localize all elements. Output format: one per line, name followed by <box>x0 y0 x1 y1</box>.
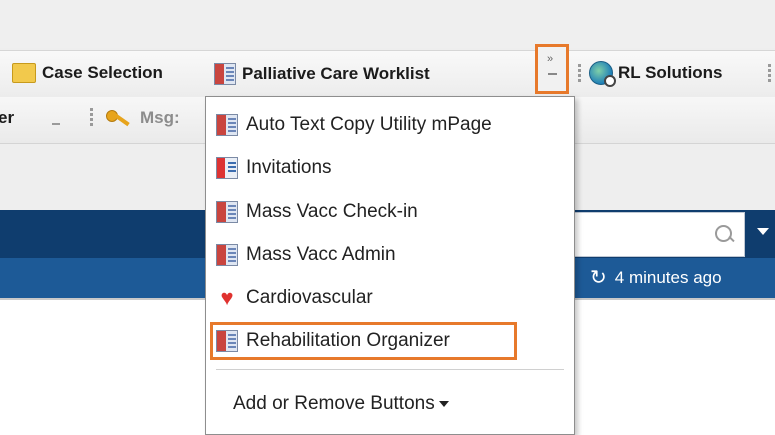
globe-search-icon <box>589 61 616 87</box>
menu-item-label: Auto Text Copy Utility mPage <box>246 114 492 135</box>
mpage-icon <box>216 244 238 266</box>
chevron-down-icon[interactable] <box>757 228 769 235</box>
menu-item-cardiovascular[interactable]: ♥ Cardiovascular <box>216 278 373 318</box>
mpage-icon <box>216 114 238 136</box>
search-icon[interactable] <box>715 225 732 242</box>
rl-solutions-label: RL Solutions <box>618 63 723 82</box>
menu-item-label: Mass Vacc Check-in <box>246 201 418 222</box>
toolbar-partial-button[interactable]: er <box>0 108 14 128</box>
caret-down-icon <box>438 401 449 407</box>
mpage-icon <box>216 201 238 223</box>
partial-label: er <box>0 108 15 127</box>
menu-item-invitations[interactable]: Invitations <box>216 148 332 188</box>
palliative-worklist-label: Palliative Care Worklist <box>242 64 430 83</box>
toolbar-dropdown-arrow[interactable] <box>52 123 60 125</box>
palliative-worklist-button[interactable]: Palliative Care Worklist <box>214 63 430 85</box>
refresh-icon: ↻ <box>590 267 607 289</box>
heart-icon: ♥ <box>220 285 234 310</box>
refresh-status[interactable]: ↻ 4 minutes ago <box>590 265 722 290</box>
add-remove-label: Add or Remove Buttons <box>233 393 435 414</box>
case-selection-button[interactable]: Case Selection <box>12 63 163 83</box>
message-label: Msg: <box>140 108 180 127</box>
rl-solutions-button[interactable]: RL Solutions <box>589 61 723 87</box>
add-remove-buttons[interactable]: Add or Remove Buttons <box>233 384 449 424</box>
chevron-right-double-icon: » <box>547 53 553 65</box>
toolbar-row-1: Case Selection Palliative Care Worklist … <box>0 50 775 98</box>
search-input[interactable] <box>555 212 745 257</box>
menu-item-label: Mass Vacc Admin <box>246 244 396 265</box>
menu-item-label: Invitations <box>246 157 332 178</box>
menu-item-label: Cardiovascular <box>246 287 373 308</box>
overflow-drop-icon <box>548 73 557 75</box>
highlight-box <box>210 322 517 360</box>
folder-icon <box>12 63 36 83</box>
toolbar-grip-2[interactable] <box>90 106 93 128</box>
mpage-icon <box>214 63 236 85</box>
title-area <box>0 0 775 48</box>
menu-item-auto-text-copy[interactable]: Auto Text Copy Utility mPage <box>216 105 492 145</box>
toolbar-grip-right[interactable] <box>768 62 771 84</box>
menu-item-mass-vacc-check-in[interactable]: Mass Vacc Check-in <box>216 192 418 232</box>
overflow-menu: Auto Text Copy Utility mPage Invitations… <box>205 96 575 435</box>
invitations-icon <box>216 157 238 179</box>
menu-separator <box>216 369 564 370</box>
key-icon <box>106 108 132 128</box>
refresh-label: 4 minutes ago <box>614 267 722 287</box>
case-selection-label: Case Selection <box>42 63 163 82</box>
toolbar-overflow-button[interactable]: » <box>535 44 569 94</box>
toolbar-grip[interactable] <box>578 62 581 84</box>
menu-item-mass-vacc-admin[interactable]: Mass Vacc Admin <box>216 235 396 275</box>
message-button[interactable]: Msg: <box>106 108 180 128</box>
